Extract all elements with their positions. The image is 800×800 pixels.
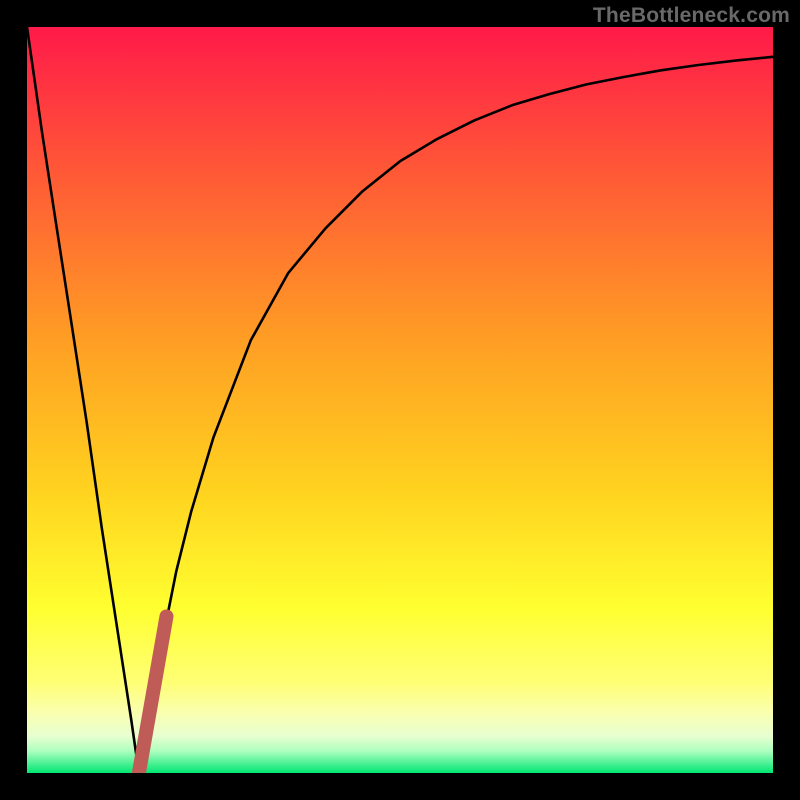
chart-plot-area [27,27,773,773]
chart-frame: TheBottleneck.com [0,0,800,800]
watermark-text: TheBottleneck.com [593,4,790,28]
gradient-background [27,27,773,773]
chart-svg [27,27,773,773]
